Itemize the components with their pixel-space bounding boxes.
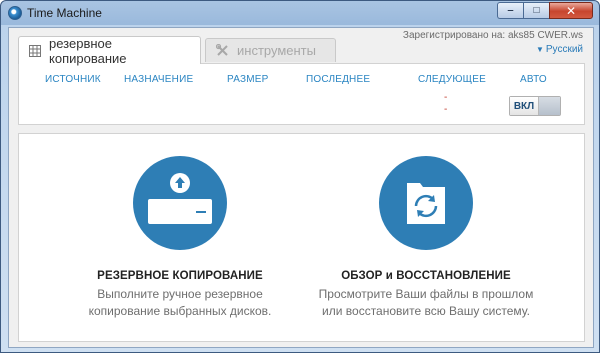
backup-heading: РЕЗЕРВНОЕ КОПИРОВАНИЕ [97,270,263,282]
minimize-icon: ‒ [507,5,514,16]
restore-folder-icon [379,156,473,250]
column-size: РАЗМЕР [227,74,269,85]
backup-action[interactable]: РЕЗЕРВНОЕ КОПИРОВАНИЕ Выполните ручное р… [55,156,305,320]
client-area: Зарегистрировано на: aks85 CWER.ws ▼ Русс… [8,27,594,348]
backup-description: Выполните ручное резервное копирование в… [55,286,305,320]
restore-desc-line-2: или восстановите всю Вашу систему. [322,304,530,318]
maximize-button[interactable]: □ [523,2,549,19]
window-controls: ‒ □ ✕ [497,2,593,20]
column-next: СЛЕДУЮЩЕЕ [418,74,486,85]
column-auto: АВТО [520,74,547,85]
tab-tools-label: инструменты [237,43,316,58]
app-window: Time Machine ‒ □ ✕ Зарегистрировано на: … [0,0,600,353]
auto-toggle[interactable]: ВКЛ [509,96,561,116]
registration-label: Зарегистрировано на: aks85 CWER.ws [402,30,583,41]
auto-toggle-label: ВКЛ [510,97,539,115]
close-button[interactable]: ✕ [549,2,593,19]
restore-description: Просмотрите Ваши файлы в прошлом или вос… [301,286,551,320]
language-selector[interactable]: ▼ Русский [536,44,583,55]
restore-action[interactable]: ОБЗОР и ВОССТАНОВЛЕНИЕ Просмотрите Ваши … [301,156,551,320]
column-last: ПОСЛЕДНЕЕ [306,74,371,85]
restore-heading-part-1: ОБЗОР [341,270,383,282]
backup-drive-icon [133,156,227,250]
restore-heading: ОБЗОР и ВОССТАНОВЛЕНИЕ [301,270,551,282]
backup-desc-line-1: Выполните ручное резервное [97,287,263,301]
window-title: Time Machine [27,6,102,20]
backup-status-panel: ИСТОЧНИК НАЗНАЧЕНИЕ РАЗМЕР ПОСЛЕДНЕЕ СЛЕ… [18,63,585,125]
language-label: Русский [545,44,583,55]
maximize-icon: □ [533,5,540,16]
tools-icon [216,44,229,57]
chevron-down-icon: ▼ [535,45,544,54]
next-backup-value: - [444,92,448,103]
column-destination: НАЗНАЧЕНИЕ [124,74,194,85]
tab-backup-label: резервное копирование [49,35,127,66]
column-source: ИСТОЧНИК [45,74,101,85]
tab-backup[interactable]: резервное копирование [18,35,201,66]
grid-icon [29,44,41,57]
close-icon: ✕ [565,3,577,18]
toggle-knob [539,97,560,115]
next-backup-value-2: - [444,104,448,115]
actions-panel: РЕЗЕРВНОЕ КОПИРОВАНИЕ Выполните ручное р… [18,133,585,342]
restore-desc-line-1: Просмотрите Ваши файлы в прошлом [318,287,534,301]
restore-heading-part-2: ВОССТАНОВЛЕНИЕ [396,270,511,282]
minimize-button[interactable]: ‒ [497,2,523,19]
title-bar[interactable]: Time Machine ‒ □ ✕ [1,1,599,25]
app-icon [8,6,22,20]
tab-tools[interactable]: инструменты [205,38,336,62]
restore-heading-conj: и [385,270,393,282]
backup-desc-line-2: копирование выбранных дисков. [88,304,272,318]
